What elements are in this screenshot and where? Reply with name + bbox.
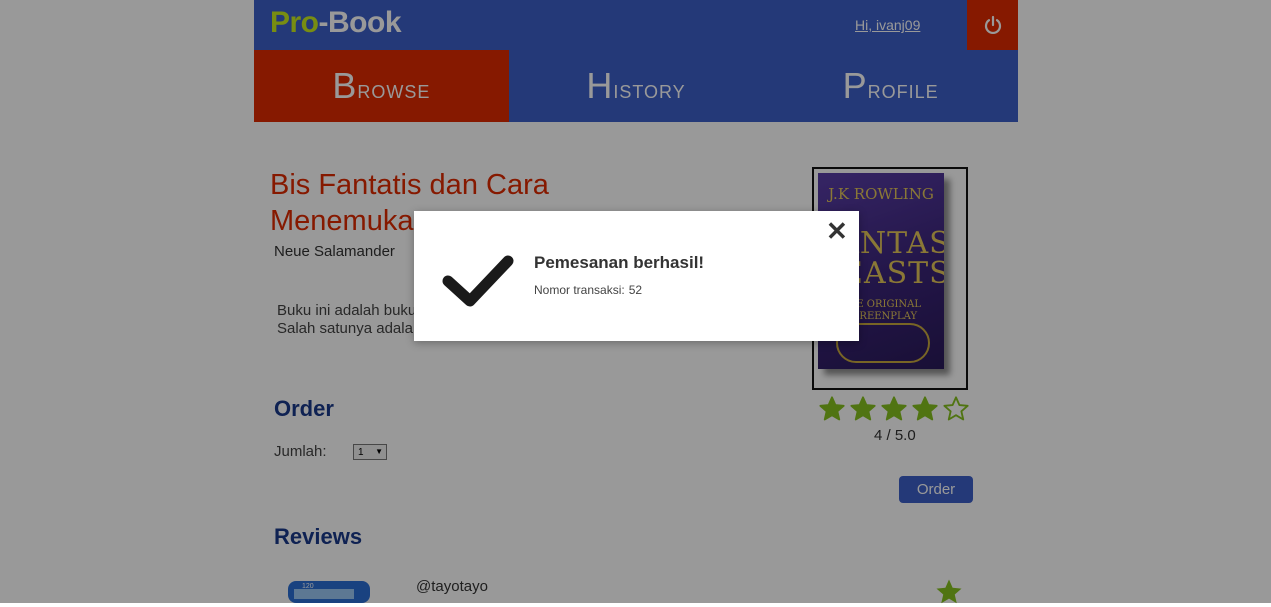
modal-title: Pemesanan berhasil! (534, 253, 705, 272)
transaction-label: Nomor transaksi: (534, 283, 625, 297)
checkmark-icon (442, 255, 514, 307)
close-icon[interactable]: ✕ (826, 218, 848, 244)
success-modal: ✕ Pemesanan berhasil! Nomor transaksi: 52 (414, 211, 859, 341)
modal-message: Nomor transaksi: 52 (534, 283, 642, 297)
transaction-number: 52 (628, 283, 643, 297)
